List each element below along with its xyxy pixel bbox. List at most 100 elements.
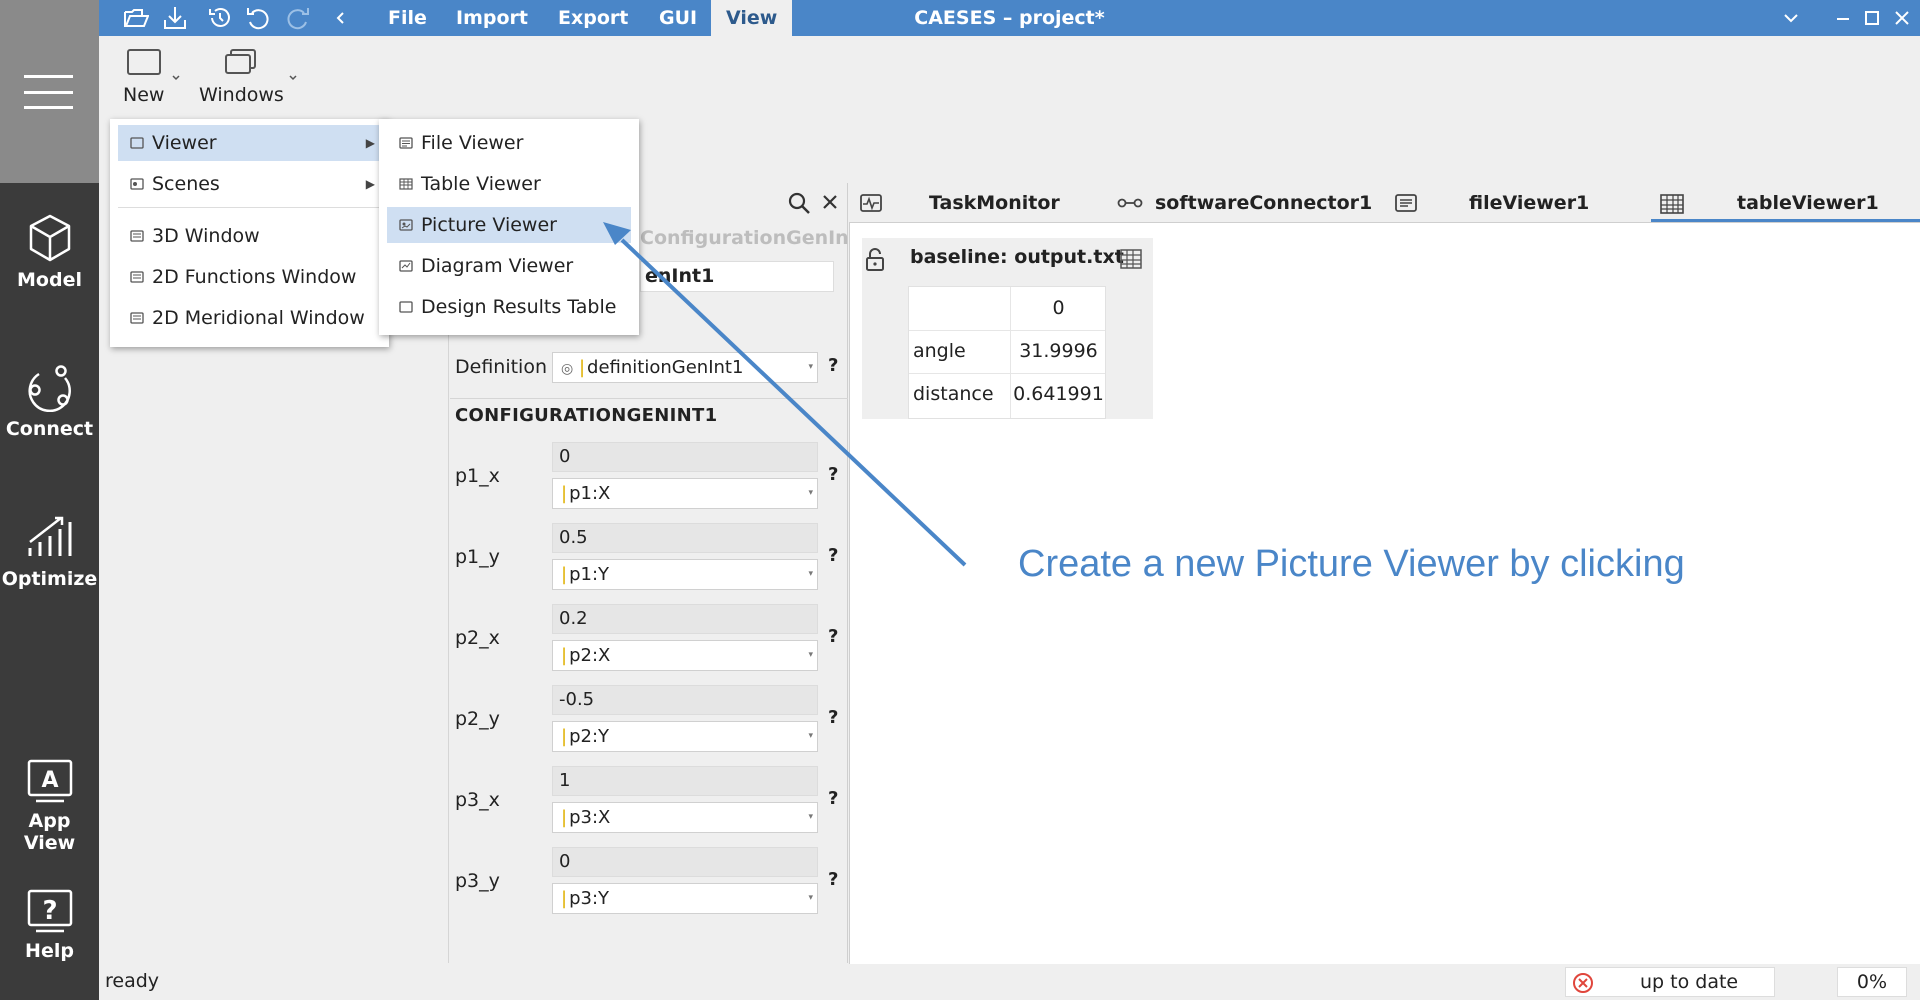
result-table: 0 angle 31.9996 distance 0.641991 bbox=[908, 286, 1106, 419]
param-value-field[interactable]: -0.5 bbox=[552, 685, 818, 715]
param-ref-combo[interactable]: | p2:Y ▾ bbox=[552, 721, 818, 752]
save-icon[interactable] bbox=[162, 5, 188, 31]
redo-icon[interactable] bbox=[285, 5, 311, 31]
maximize-icon[interactable] bbox=[1863, 9, 1881, 27]
param-value-field[interactable]: 0 bbox=[552, 442, 818, 472]
window-icon bbox=[130, 230, 144, 242]
sidebar-item-connect[interactable]: Connect bbox=[0, 362, 99, 440]
param-value-field[interactable]: 0.5 bbox=[552, 523, 818, 553]
windows-button[interactable]: Windows bbox=[199, 48, 284, 106]
open-folder-icon[interactable] bbox=[123, 5, 149, 31]
object-type-label: ConfigurationGenInt bbox=[640, 227, 858, 249]
param-value-field[interactable]: 0.2 bbox=[552, 604, 818, 634]
tab-fileviewer1[interactable]: fileViewer1 bbox=[1394, 183, 1634, 223]
sidebar-item-model[interactable]: Model bbox=[0, 213, 99, 291]
chart-icon bbox=[28, 516, 71, 556]
menu-item-viewer[interactable]: Viewer ▶ bbox=[118, 125, 381, 161]
connector-icon bbox=[1117, 198, 1143, 208]
chevron-down-icon: ▾ bbox=[808, 650, 813, 660]
app-view-icon: A bbox=[27, 759, 72, 803]
chevron-down-icon: ▾ bbox=[808, 812, 813, 822]
scenes-icon bbox=[130, 178, 144, 190]
viewer-tabs: TaskMonitor softwareConnector1 fileViewe… bbox=[849, 183, 1920, 223]
svg-text:A: A bbox=[41, 768, 58, 793]
tab-tableviewer1[interactable]: tableViewer1 bbox=[1659, 183, 1899, 223]
chevron-down-icon[interactable] bbox=[288, 74, 298, 82]
menu-item-table-viewer[interactable]: Table Viewer bbox=[387, 166, 631, 202]
help-mark[interactable]: ? bbox=[828, 355, 838, 376]
window-icon bbox=[399, 301, 413, 313]
param-ref-combo[interactable]: | p1:X ▾ bbox=[552, 478, 818, 509]
sidebar-item-label: Connect bbox=[5, 418, 94, 440]
help-mark[interactable]: ? bbox=[828, 788, 838, 809]
sidebar-item-label: Model bbox=[17, 269, 82, 291]
menu-export[interactable]: Export bbox=[543, 0, 643, 36]
new-button[interactable]: New bbox=[123, 48, 164, 106]
undo-icon[interactable] bbox=[245, 5, 271, 31]
row-value: 0.641991 bbox=[1013, 383, 1104, 405]
help-icon: ? bbox=[27, 889, 72, 933]
menu-item-2d-meridional-window[interactable]: 2D Meridional Window bbox=[118, 300, 381, 336]
menu-item-3d-window[interactable]: 3D Window bbox=[118, 218, 381, 254]
param-ref-combo[interactable]: | p2:X ▾ bbox=[552, 640, 818, 671]
help-mark[interactable]: ? bbox=[828, 626, 838, 647]
help-mark[interactable]: ? bbox=[828, 464, 838, 485]
param-value-field[interactable]: 1 bbox=[552, 766, 818, 796]
menu-item-picture-viewer[interactable]: Picture Viewer bbox=[387, 207, 631, 243]
row-value: 31.9996 bbox=[1019, 340, 1098, 362]
minimize-icon[interactable] bbox=[1834, 9, 1852, 27]
menu-view[interactable]: View bbox=[711, 0, 793, 36]
unlock-icon[interactable] bbox=[864, 248, 886, 272]
ribbon-toolbar: New Windows bbox=[99, 36, 1920, 118]
param-label: p2_y bbox=[455, 708, 500, 730]
help-mark[interactable]: ? bbox=[828, 707, 838, 728]
close-icon[interactable] bbox=[1893, 9, 1911, 27]
cube-icon bbox=[29, 214, 70, 262]
status-bar: ready up to date 0% bbox=[99, 964, 1920, 1000]
table-settings-icon[interactable] bbox=[1119, 248, 1143, 270]
sidebar-item-app-view[interactable]: A App View bbox=[0, 758, 99, 854]
table-viewer-icon bbox=[1660, 194, 1684, 214]
chevron-down-icon[interactable] bbox=[171, 74, 181, 82]
sidebar-item-help[interactable]: ? Help bbox=[0, 888, 99, 962]
task-monitor-icon bbox=[860, 194, 882, 212]
diagram-viewer-icon bbox=[399, 260, 413, 272]
table-viewer-card: baseline: output.txt 0 angle 31.9996 dis… bbox=[862, 238, 1153, 419]
svg-text:?: ? bbox=[42, 896, 57, 926]
menu-item-file-viewer[interactable]: File Viewer bbox=[387, 125, 631, 161]
menu-import[interactable]: Import bbox=[441, 0, 543, 36]
param-ref-combo[interactable]: | p1:Y ▾ bbox=[552, 559, 818, 590]
row-name: angle bbox=[913, 340, 966, 362]
hamburger-menu-button[interactable] bbox=[0, 0, 99, 183]
help-mark[interactable]: ? bbox=[828, 545, 838, 566]
tab-taskmonitor[interactable]: TaskMonitor bbox=[855, 183, 1095, 223]
chevron-down-icon: ▾ bbox=[808, 488, 813, 498]
sidebar-item-optimize[interactable]: Optimize bbox=[0, 512, 99, 590]
sync-status[interactable]: up to date bbox=[1565, 967, 1775, 997]
new-button-label: New bbox=[123, 84, 165, 106]
object-name-field[interactable]: enInt1 bbox=[640, 261, 834, 292]
history-icon[interactable] bbox=[207, 5, 233, 31]
progress-indicator: 0% bbox=[1837, 967, 1907, 997]
close-icon[interactable] bbox=[821, 193, 839, 211]
chevron-left-icon[interactable] bbox=[334, 10, 348, 26]
definition-combo[interactable]: ◎ | definitionGenInt1 ▾ bbox=[552, 352, 818, 383]
menu-item-2d-functions-window[interactable]: 2D Functions Window bbox=[118, 259, 381, 295]
search-icon[interactable] bbox=[787, 191, 811, 215]
menu-item-diagram-viewer[interactable]: Diagram Viewer bbox=[387, 248, 631, 284]
chevron-down-icon: ▾ bbox=[808, 569, 813, 579]
help-mark[interactable]: ? bbox=[828, 869, 838, 890]
annotation-text: Create a new Picture Viewer by clicking bbox=[1018, 543, 1685, 585]
chevron-down-icon: ▾ bbox=[808, 731, 813, 741]
menu-item-design-results-table[interactable]: Design Results Table bbox=[387, 289, 631, 325]
tab-softwareconnector1[interactable]: softwareConnector1 bbox=[1117, 183, 1417, 223]
param-value-field[interactable]: 0 bbox=[552, 847, 818, 877]
param-ref-combo[interactable]: | p3:X ▾ bbox=[552, 802, 818, 833]
menu-gui[interactable]: GUI bbox=[644, 0, 712, 36]
param-ref-combo[interactable]: | p3:Y ▾ bbox=[552, 883, 818, 914]
menu-item-scenes[interactable]: Scenes ▶ bbox=[118, 166, 381, 202]
viewer-submenu: File Viewer Table Viewer Picture Viewer … bbox=[379, 119, 639, 335]
menu-file[interactable]: File bbox=[373, 0, 442, 36]
chevron-down-icon[interactable] bbox=[1782, 9, 1800, 27]
window-icon bbox=[130, 271, 144, 283]
